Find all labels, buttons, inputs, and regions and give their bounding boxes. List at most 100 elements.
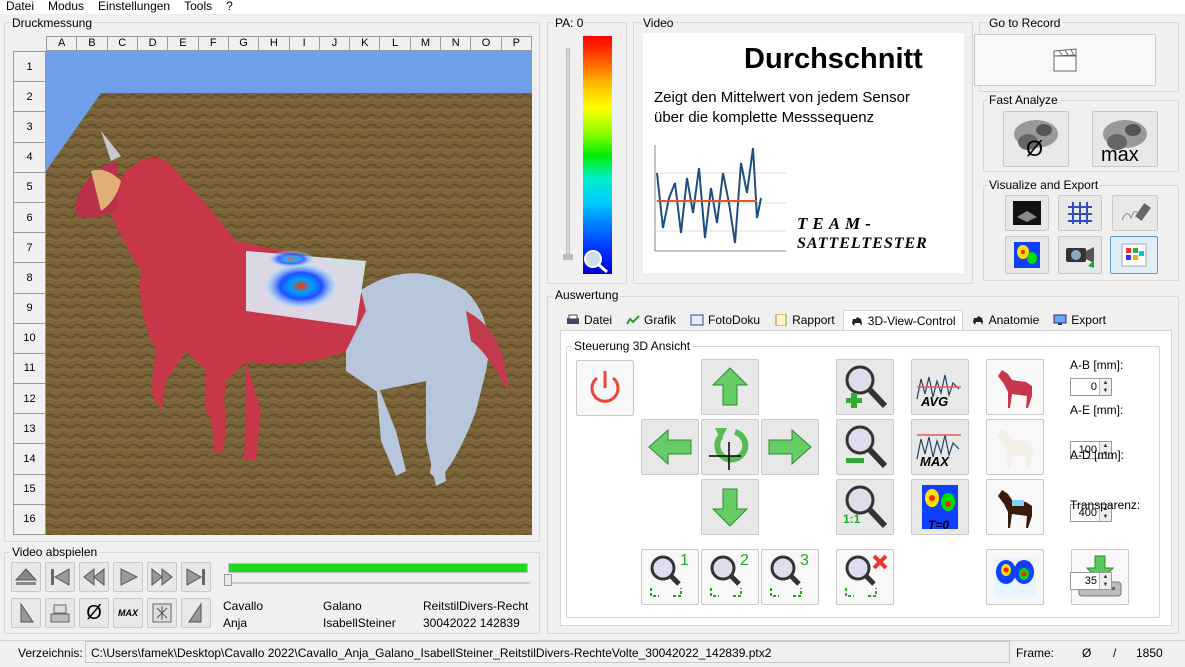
pressure-overlay-icon [994,558,1036,596]
viz-grid-button[interactable] [1058,195,1102,231]
max-button-label: MAX [118,608,138,618]
auswertung-title: Auswertung [553,288,621,302]
move-down-button[interactable] [701,479,759,535]
menu-help[interactable]: ? [226,0,233,14]
zoom-reset-label: 1:1 [843,512,861,526]
3d-surface-icon [1013,201,1041,225]
info-rider: Anja [223,616,248,630]
play-button[interactable] [113,562,143,592]
row-header: 16 [14,504,46,535]
menu-tools[interactable]: Tools [184,0,212,14]
power-button[interactable] [576,360,634,416]
symmetry-button[interactable] [147,598,177,628]
column-header: M [410,37,442,51]
ab-spinbox[interactable]: 0 ▲ ▼ [1070,378,1112,396]
avg-label: AVG [921,394,949,409]
scale-button[interactable] [45,598,75,628]
viz-3d-surface-button[interactable] [1005,195,1049,231]
skip-end-button[interactable] [181,562,211,592]
left-half-button[interactable] [11,598,41,628]
eject-icon [15,568,37,585]
fast-avg-label: Ø [1026,136,1044,161]
right-half-button[interactable] [181,598,211,628]
tab-3d-view-control[interactable]: 3D-View-Control [842,310,963,330]
pressure-overlay-button[interactable] [986,549,1044,605]
show-t0-button[interactable]: T=0 [911,479,969,535]
zoom-reset-button[interactable]: 1:1 [836,479,894,535]
timeline-slider-track[interactable] [228,582,530,584]
clapperboard-icon [1053,48,1077,72]
pa-slider-handle[interactable] [563,254,573,260]
fast-forward-icon [151,567,173,587]
spin-arrows-icon[interactable]: ▲ ▼ [1099,573,1111,589]
rewind-button[interactable] [79,562,109,592]
row-header: 9 [14,293,46,324]
export-grid-icon [1121,243,1147,267]
zoom-preset-1-button[interactable]: 1 [641,549,699,605]
move-left-button[interactable] [641,419,699,475]
skip-start-button[interactable] [45,562,75,592]
goto-title: Go to Record [987,16,1063,30]
column-header: K [350,37,381,51]
tab-datei[interactable]: Datei [560,310,618,330]
fast-forward-button[interactable] [147,562,177,592]
column-header: O [471,37,502,51]
menu-einstellungen[interactable]: Einstellungen [98,0,170,14]
column-header: L [380,37,411,51]
tab-grafik[interactable]: Grafik [620,310,682,330]
rotate-button[interactable] [701,419,759,475]
menu-modus[interactable]: Modus [48,0,84,14]
average-button[interactable]: Ø [79,598,109,628]
zoom-preset-delete-button[interactable] [836,549,894,605]
status-dir-label: Verzeichnis: [18,646,83,660]
zoom-preset-2-button[interactable]: 2 [701,549,759,605]
viz-signature-button[interactable] [1112,195,1158,231]
row-header: 12 [14,384,46,415]
fast-max-label: max [1101,144,1139,166]
timeline-slider-handle[interactable] [224,574,232,586]
move-right-button[interactable] [761,419,819,475]
rotate-icon [709,428,749,470]
zoom-in-button[interactable] [836,359,894,415]
tab-rapport[interactable]: Rapport [768,310,841,330]
monitor-icon [1053,314,1067,325]
eject-button[interactable] [11,562,41,592]
move-up-button[interactable] [701,359,759,415]
viz-heatmap-button[interactable] [1005,236,1049,274]
horse-skeleton-button[interactable] [986,419,1044,475]
3d-view[interactable] [46,51,532,535]
zoom-out-button[interactable] [836,419,894,475]
tab-fotodoku[interactable]: FotoDoku [684,310,766,330]
horse-muscles-icon [998,370,1032,408]
tab-export[interactable]: Export [1047,310,1112,330]
video-desc-2: über die komplette Messsequenz [654,109,875,126]
show-avg-button[interactable]: AVG [911,359,969,415]
playback-progress-fill [229,564,527,572]
status-path: C:\Users\famek\Desktop\Cavallo 2022\Cava… [85,641,1010,663]
column-header: G [228,37,260,51]
viz-video-export-button[interactable] [1058,236,1102,274]
menu-datei[interactable]: Datei [6,0,34,14]
show-max-button[interactable]: MAX [911,419,969,475]
tab-anatomie[interactable]: Anatomie [965,310,1046,330]
row-header: 3 [14,112,46,143]
transparenz-spinbox[interactable]: 35 ▲ ▼ [1070,572,1112,590]
rewind-icon [83,567,105,587]
pressure-map-icon [1014,242,1040,268]
magnifier-icon[interactable] [582,248,610,274]
tab-datei-label: Datei [584,313,613,327]
fast-max-button[interactable]: max [1092,111,1158,167]
pa-slider-track[interactable] [566,48,570,258]
camera-export-icon [1066,247,1094,268]
fast-average-button[interactable]: Ø [1003,111,1069,167]
viz-export-grid-button[interactable] [1110,236,1158,274]
transparenz-label: Transparenz: [1070,498,1141,512]
horse-muscles-button[interactable] [986,359,1044,415]
video-desc-1: Zeigt den Mittelwert von jedem Sensor [654,89,910,106]
horse-3d-scene [46,51,532,535]
max-button[interactable]: MAX [113,598,143,628]
horse-saddle-button[interactable] [986,479,1044,535]
zoom-preset-3-button[interactable]: 3 [761,549,819,605]
goto-record-button[interactable] [974,34,1156,86]
spin-arrows-icon[interactable]: ▲ ▼ [1099,379,1111,395]
